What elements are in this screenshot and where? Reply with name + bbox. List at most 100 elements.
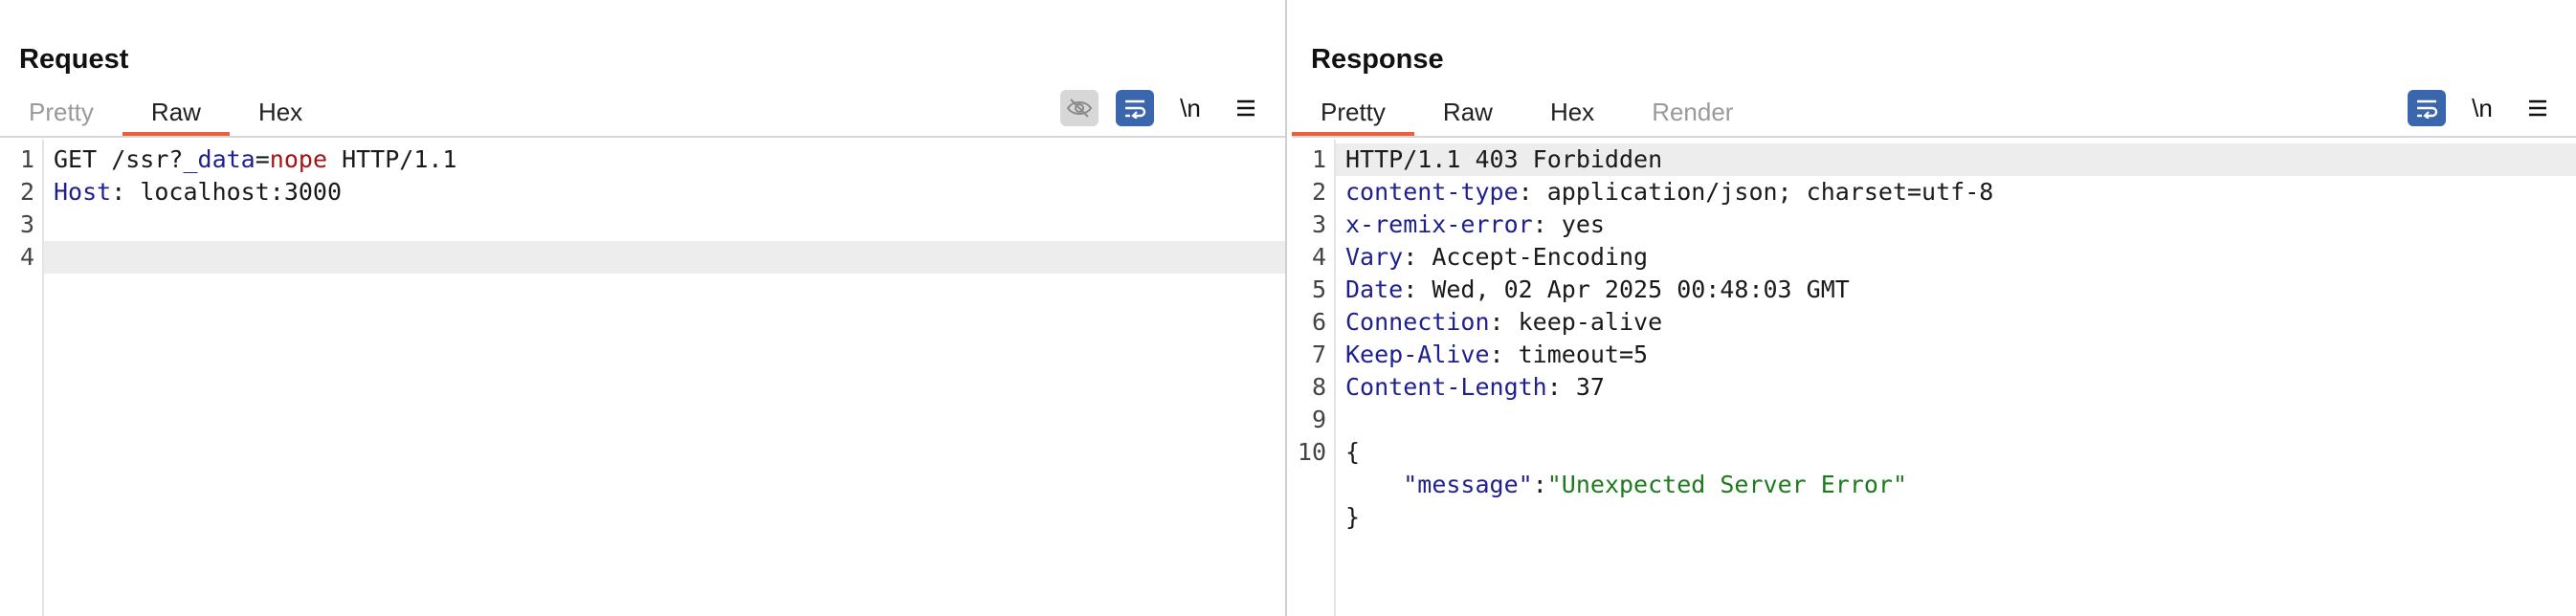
response-editor[interactable]: 1 HTTP/1.1 403 Forbidden 2 content-type: ap…: [1292, 140, 2576, 616]
code-token: "Unexpected Server Error": [1546, 471, 1908, 498]
line-code: Connection: keep-alive: [1345, 306, 1662, 339]
request-title: Request: [19, 44, 129, 75]
code-line: 1 GET /ssr?_data=nope HTTP/1.1: [0, 143, 1285, 176]
line-code: Vary: Accept-Encoding: [1345, 241, 1648, 274]
code-token: }: [1345, 503, 1361, 531]
request-tab-raw[interactable]: Raw: [122, 94, 230, 138]
line-code: Host: localhost:3000: [54, 176, 342, 209]
line-number: 9: [1311, 406, 1326, 433]
line-number: 7: [1311, 341, 1326, 368]
code-token: : 37: [1546, 373, 1605, 401]
pane-splitter[interactable]: [1285, 0, 1292, 616]
request-tab-pretty[interactable]: Pretty: [0, 94, 122, 138]
response-toolbar: \n: [2390, 90, 2557, 126]
tab-label: Pretty: [1321, 98, 1386, 126]
request-tab-hex[interactable]: Hex: [230, 94, 331, 138]
code-token: : yes: [1532, 210, 1605, 238]
tab-label: Pretty: [29, 98, 94, 126]
response-pane: Response Pretty Raw Hex Render \n 1 HTTP/…: [1292, 0, 2576, 616]
code-token: Content-Length: [1345, 373, 1547, 401]
line-code: HTTP/1.1 403 Forbidden: [1345, 143, 1662, 176]
line-code: x-remix-error: yes: [1345, 209, 1605, 241]
code-token: content-type: [1345, 178, 1519, 206]
line-code: "message":"Unexpected Server Error": [1345, 469, 1907, 501]
wrap-icon: [2417, 99, 2438, 119]
wrap-icon: [1125, 99, 1146, 119]
request-pane: Request Pretty Raw Hex \n 1 GET /ssr?_da…: [0, 0, 1285, 616]
line-code: }: [1345, 501, 1360, 534]
response-tab-raw[interactable]: Raw: [1414, 94, 1521, 138]
line-number: 4: [19, 243, 34, 271]
response-tab-divider: [1292, 136, 2576, 138]
response-tab-render[interactable]: Render: [1623, 94, 1762, 138]
eye-off-icon: [1066, 99, 1093, 118]
line-number: 1: [1311, 145, 1326, 173]
code-line: 5 Date: Wed, 02 Apr 2025 00:48:03 GMT: [1292, 274, 2576, 306]
code-token: : timeout=5: [1489, 341, 1649, 368]
response-tab-pretty[interactable]: Pretty: [1292, 94, 1414, 138]
tab-label: Render: [1652, 98, 1734, 126]
code-token: Keep-Alive: [1345, 341, 1490, 368]
line-code: {: [1345, 436, 1360, 469]
line-number: 3: [19, 210, 34, 238]
line-number: 2: [1311, 178, 1326, 206]
line-code: Content-Length: 37: [1345, 371, 1605, 404]
line-code: Keep-Alive: timeout=5: [1345, 339, 1648, 371]
hamburger-menu-icon: [2529, 99, 2546, 117]
code-token: :: [1532, 471, 1547, 498]
line-number: 1: [19, 145, 34, 173]
request-tab-divider: [0, 136, 1285, 138]
request-tabs: Pretty Raw Hex: [0, 94, 331, 138]
request-menu-button[interactable]: [1227, 90, 1265, 126]
newline-label: \n: [1180, 93, 1201, 122]
code-token: =: [255, 145, 270, 173]
tab-label: Raw: [1442, 98, 1493, 126]
code-token: {: [1345, 438, 1361, 466]
show-newlines-button[interactable]: \n: [1171, 90, 1210, 126]
tab-label: Raw: [150, 98, 201, 126]
code-line: 7 Keep-Alive: timeout=5: [1292, 339, 2576, 371]
code-token: Host: [54, 178, 112, 206]
show-newlines-button[interactable]: \n: [2463, 90, 2501, 126]
code-line: 4 Vary: Accept-Encoding: [1292, 241, 2576, 274]
code-line: 3: [0, 209, 1285, 241]
response-tab-hex[interactable]: Hex: [1521, 94, 1623, 138]
word-wrap-button[interactable]: [1116, 90, 1154, 126]
line-code: GET /ssr?_data=nope HTTP/1.1: [54, 143, 456, 176]
code-token: GET /ssr?: [54, 145, 184, 173]
code-line: 9: [1292, 404, 2576, 436]
code-line: "message":"Unexpected Server Error": [1292, 469, 2576, 501]
hide-nonprintable-button[interactable]: [1060, 90, 1099, 126]
code-token: HTTP/1.1 403 Forbidden: [1345, 145, 1663, 173]
code-token: HTTP/1.1: [327, 145, 457, 173]
line-number: 3: [1311, 210, 1326, 238]
request-toolbar: \n: [1043, 90, 1265, 126]
line-number: 6: [1311, 308, 1326, 336]
word-wrap-button[interactable]: [2408, 90, 2446, 126]
code-token: nope: [269, 145, 328, 173]
line-code: content-type: application/json; charset=…: [1345, 176, 1993, 209]
code-line: }: [1292, 501, 2576, 534]
code-token: _data: [183, 145, 255, 173]
line-code: Date: Wed, 02 Apr 2025 00:48:03 GMT: [1345, 274, 1850, 306]
code-line: 8 Content-Length: 37: [1292, 371, 2576, 404]
line-number: 8: [1311, 373, 1326, 401]
code-token: "message": [1403, 471, 1533, 498]
code-token: : Wed, 02 Apr 2025 00:48:03 GMT: [1403, 275, 1850, 303]
tab-label: Hex: [1549, 98, 1595, 126]
line-number: 10: [1297, 438, 1326, 466]
code-line: 1 HTTP/1.1 403 Forbidden: [1312, 143, 2576, 176]
hamburger-menu-icon: [1237, 99, 1255, 117]
tab-label: Hex: [257, 98, 303, 126]
request-editor[interactable]: 1 GET /ssr?_data=nope HTTP/1.1 2 Host: loca…: [0, 140, 1285, 616]
code-line: 2 content-type: application/json; charset…: [1292, 176, 2576, 209]
response-menu-button[interactable]: [2519, 90, 2557, 126]
code-token: Vary: [1345, 243, 1404, 271]
code-line: 4: [20, 241, 1285, 274]
line-number: 5: [1311, 275, 1326, 303]
code-token: : localhost:3000: [111, 178, 343, 206]
line-number: 2: [19, 178, 34, 206]
code-token: : Accept-Encoding: [1403, 243, 1649, 271]
response-tabs: Pretty Raw Hex Render: [1292, 94, 1762, 138]
